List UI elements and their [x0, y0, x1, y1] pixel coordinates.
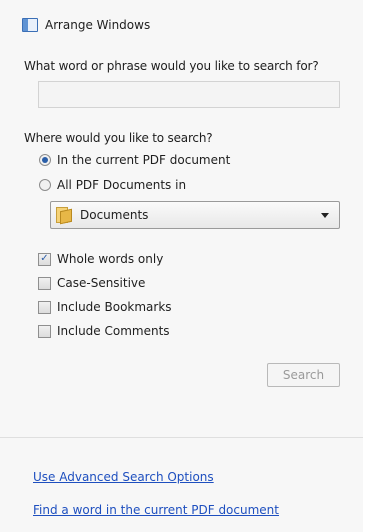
divider [0, 437, 363, 438]
checkbox-checked-icon[interactable]: ✓ [38, 252, 51, 266]
checkbox-include-bookmarks[interactable]: Include Bookmarks [38, 300, 172, 314]
scrollbar-track[interactable] [363, 0, 369, 532]
checkbox-unchecked-icon[interactable] [38, 276, 51, 290]
checkbox-include-bookmarks-label: Include Bookmarks [57, 300, 172, 314]
folder-icon [55, 206, 73, 225]
search-button[interactable]: Search [267, 363, 340, 387]
find-word-link[interactable]: Find a word in the current PDF document [33, 503, 279, 517]
radio-all-pdf-documents-label: All PDF Documents in [57, 178, 187, 192]
arrange-windows-icon [22, 18, 38, 32]
folder-select-value: Documents [80, 208, 149, 222]
checkbox-whole-words[interactable]: ✓ Whole words only [38, 252, 163, 266]
checkbox-case-sensitive-label: Case-Sensitive [57, 276, 146, 290]
radio-all-pdf-documents[interactable]: All PDF Documents in [39, 178, 186, 192]
checkbox-unchecked-icon[interactable] [38, 324, 51, 338]
folder-select[interactable]: Documents [50, 201, 340, 229]
search-question-label: What word or phrase would you like to se… [24, 59, 319, 73]
radio-unselected-icon[interactable] [39, 179, 51, 191]
search-input[interactable] [38, 81, 340, 108]
checkbox-include-comments-label: Include Comments [57, 324, 170, 338]
radio-selected-icon[interactable] [39, 154, 51, 166]
arrange-windows-label: Arrange Windows [45, 18, 151, 32]
checkbox-whole-words-label: Whole words only [57, 252, 164, 266]
location-question-label: Where would you like to search? [24, 131, 213, 145]
radio-current-pdf[interactable]: In the current PDF document [39, 153, 230, 167]
arrange-windows-button[interactable]: Arrange Windows [22, 18, 150, 32]
chevron-down-icon[interactable] [321, 212, 329, 218]
checkbox-include-comments[interactable]: Include Comments [38, 324, 170, 338]
checkbox-case-sensitive[interactable]: Case-Sensitive [38, 276, 145, 290]
search-panel: Arrange Windows What word or phrase woul… [0, 0, 364, 532]
radio-current-pdf-label: In the current PDF document [57, 153, 231, 167]
advanced-search-link[interactable]: Use Advanced Search Options [33, 470, 214, 484]
checkbox-unchecked-icon[interactable] [38, 300, 51, 314]
